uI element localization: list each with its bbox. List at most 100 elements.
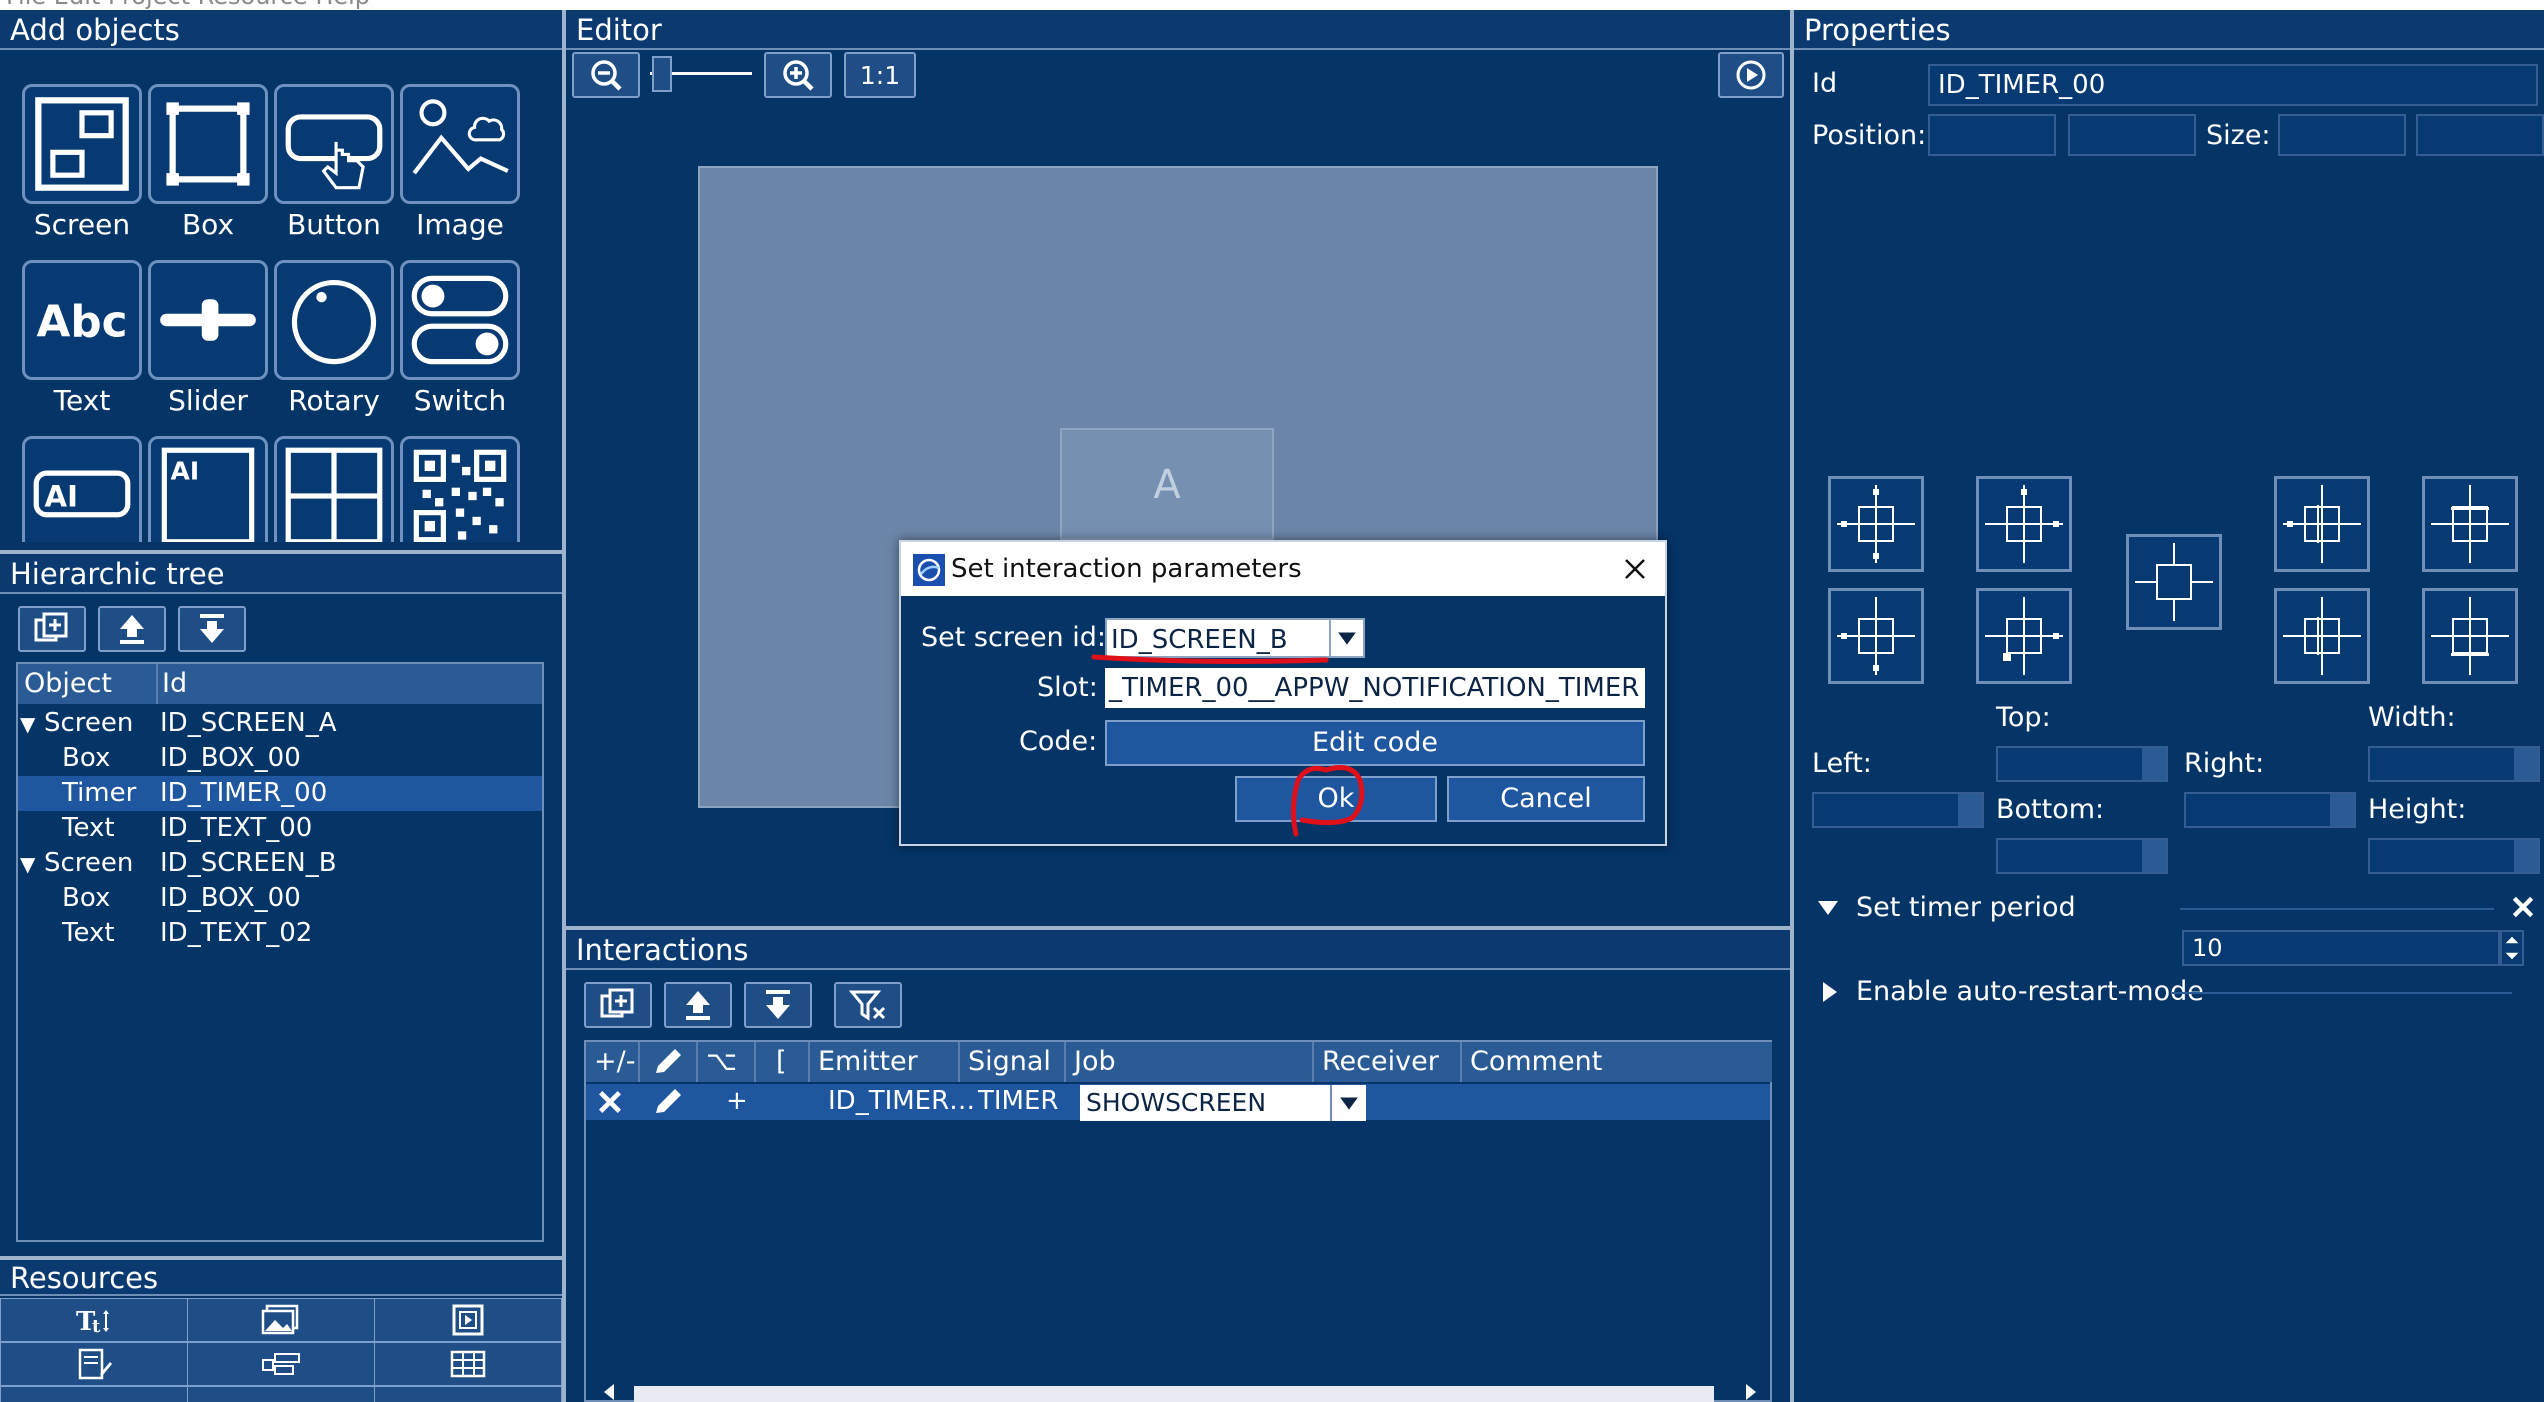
size-height-input[interactable] — [2416, 114, 2544, 156]
add-table-tile[interactable] — [274, 436, 394, 542]
screen-id-dropdown-button[interactable] — [1329, 618, 1365, 658]
pencil-icon[interactable] — [648, 1085, 688, 1119]
canvas-box-element[interactable]: A — [1060, 428, 1274, 540]
tree-move-up-button[interactable] — [98, 606, 166, 652]
resource-more-button[interactable] — [187, 1386, 375, 1402]
interaction-row[interactable]: + ID_TIMER… TIMER SHOWSCREEN — [586, 1084, 1770, 1121]
edit-code-button[interactable]: Edit code — [1105, 720, 1645, 766]
bottom-input[interactable] — [1996, 838, 2168, 874]
add-box-tile[interactable]: Box — [148, 84, 268, 244]
interaction-move-down-button[interactable] — [744, 982, 812, 1028]
size-width-input[interactable] — [2278, 114, 2406, 156]
collapse-triangle-icon[interactable] — [1816, 896, 1840, 920]
scroll-thumb[interactable] — [634, 1386, 1714, 1402]
add-screen-tile[interactable]: Screen — [22, 84, 142, 244]
resource-more-button[interactable] — [374, 1386, 562, 1402]
scroll-left-icon[interactable] — [600, 1382, 620, 1402]
tree-move-down-button[interactable] — [178, 606, 246, 652]
cancel-button[interactable]: Cancel — [1447, 776, 1645, 822]
col-header-plusminus[interactable]: +/- — [586, 1042, 640, 1082]
tree-add-button[interactable] — [18, 606, 86, 652]
left-input[interactable] — [1812, 792, 1984, 828]
resource-variables-button[interactable] — [187, 1342, 375, 1386]
id-input[interactable]: ID_TIMER_00 — [1928, 64, 2538, 106]
anchor-top-button[interactable] — [1976, 476, 2072, 572]
tiles-clip-row: AI AI — [0, 436, 562, 542]
resource-images-button[interactable] — [187, 1298, 375, 1342]
interactions-hscrollbar[interactable] — [600, 1382, 1760, 1402]
spin-up-icon[interactable] — [2504, 934, 2520, 946]
timer-section-title[interactable]: Set timer period — [1856, 892, 2076, 923]
resource-fonts-button[interactable]: Tt — [0, 1298, 188, 1342]
position-y-input[interactable] — [2068, 114, 2196, 156]
close-icon[interactable] — [1623, 557, 1647, 581]
resource-more-button[interactable] — [0, 1386, 188, 1402]
remove-x-icon[interactable] — [2510, 894, 2536, 920]
add-qr-tile[interactable] — [400, 436, 520, 542]
spin-down-icon[interactable] — [2504, 950, 2520, 962]
tree-row[interactable]: Box ID_BOX_00 — [18, 881, 542, 916]
top-input[interactable] — [1996, 746, 2168, 782]
ok-button[interactable]: Ok — [1235, 776, 1437, 822]
col-header-emitter[interactable]: Emitter — [810, 1042, 960, 1082]
tree-row[interactable]: ▼ Screen ID_SCREEN_B — [18, 846, 542, 881]
tree-row-selected[interactable]: Timer ID_TIMER_00 — [18, 776, 542, 811]
zoom-slider[interactable] — [650, 54, 752, 94]
zoom-out-button[interactable] — [572, 52, 640, 98]
tree-row[interactable]: Box ID_BOX_00 — [18, 741, 542, 776]
zoom-in-button[interactable] — [764, 52, 832, 98]
anchor-bottom-left-button[interactable] — [1828, 588, 1924, 684]
interaction-add-button[interactable] — [584, 982, 652, 1028]
delete-x-icon[interactable] — [596, 1088, 624, 1116]
job-dropdown-button[interactable] — [1330, 1085, 1366, 1121]
screen-id-dropdown[interactable]: ID_SCREEN_B — [1105, 618, 1331, 658]
col-header-receiver[interactable]: Receiver — [1314, 1042, 1462, 1082]
tree-row[interactable]: Text ID_TEXT_00 — [18, 811, 542, 846]
position-x-input[interactable] — [1928, 114, 2056, 156]
anchor-v-stretch-button[interactable] — [2422, 476, 2518, 572]
add-switch-tile[interactable]: Switch — [400, 260, 520, 420]
expand-triangle-icon[interactable]: ▼ — [20, 712, 35, 736]
add-image-tile[interactable]: Image — [400, 84, 520, 244]
width-input[interactable] — [2368, 746, 2540, 782]
col-header-condition[interactable]: ⌥ — [698, 1042, 756, 1082]
height-input[interactable] — [2368, 838, 2540, 874]
col-header-job[interactable]: Job — [1066, 1042, 1314, 1082]
expand-triangle-icon[interactable] — [1818, 980, 1842, 1004]
add-button-tile[interactable]: Button — [274, 84, 394, 244]
autorestart-section-title[interactable]: Enable auto-restart-mode — [1856, 976, 2204, 1007]
anchor-v-stretch-bottom-button[interactable] — [2422, 588, 2518, 684]
add-rotary-tile[interactable]: Rotary — [274, 260, 394, 420]
scroll-right-icon[interactable] — [1740, 1382, 1760, 1402]
tree-row[interactable]: ▼ Screen ID_SCREEN_A — [18, 706, 542, 741]
interaction-filter-button[interactable] — [834, 982, 902, 1028]
tree-row[interactable]: Text ID_TEXT_02 — [18, 916, 542, 951]
resource-movies-button[interactable] — [374, 1298, 562, 1342]
interaction-move-up-button[interactable] — [664, 982, 732, 1028]
timer-period-spinner[interactable] — [2500, 930, 2524, 966]
col-header-bracket[interactable]: [ — [756, 1042, 810, 1082]
anchor-h-stretch-bottom-button[interactable] — [2274, 588, 2370, 684]
job-dropdown[interactable]: SHOWSCREEN — [1080, 1085, 1330, 1121]
play-button[interactable] — [1718, 52, 1784, 98]
menu-bar-text: File Edit Project Resource Help — [6, 0, 370, 10]
right-input[interactable] — [2184, 792, 2356, 828]
anchor-center-button[interactable] — [2126, 534, 2222, 630]
expand-triangle-icon[interactable]: ▼ — [20, 852, 35, 876]
add-text-tile[interactable]: Abc Text — [22, 260, 142, 420]
zoom-slider-handle[interactable] — [652, 56, 672, 92]
col-header-comment[interactable]: Comment — [1462, 1042, 1772, 1082]
col-header-signal[interactable]: Signal — [960, 1042, 1066, 1082]
anchor-left-button[interactable] — [1828, 476, 1924, 572]
anchor-h-stretch-button[interactable] — [2274, 476, 2370, 572]
add-multiedit-tile[interactable]: AI — [148, 436, 268, 542]
resource-text-button[interactable] — [0, 1342, 188, 1386]
timer-period-input[interactable]: 10 — [2182, 930, 2500, 966]
col-header-edit[interactable] — [640, 1042, 698, 1082]
add-slider-tile[interactable]: Slider — [148, 260, 268, 420]
zoom-reset-button[interactable]: 1:1 — [844, 52, 916, 98]
add-edit-tile[interactable]: AI — [22, 436, 142, 542]
anchor-bottom-button[interactable] — [1976, 588, 2072, 684]
slot-field[interactable]: _TIMER_00__APPW_NOTIFICATION_TIMER — [1105, 668, 1645, 708]
resource-tables-button[interactable] — [374, 1342, 562, 1386]
